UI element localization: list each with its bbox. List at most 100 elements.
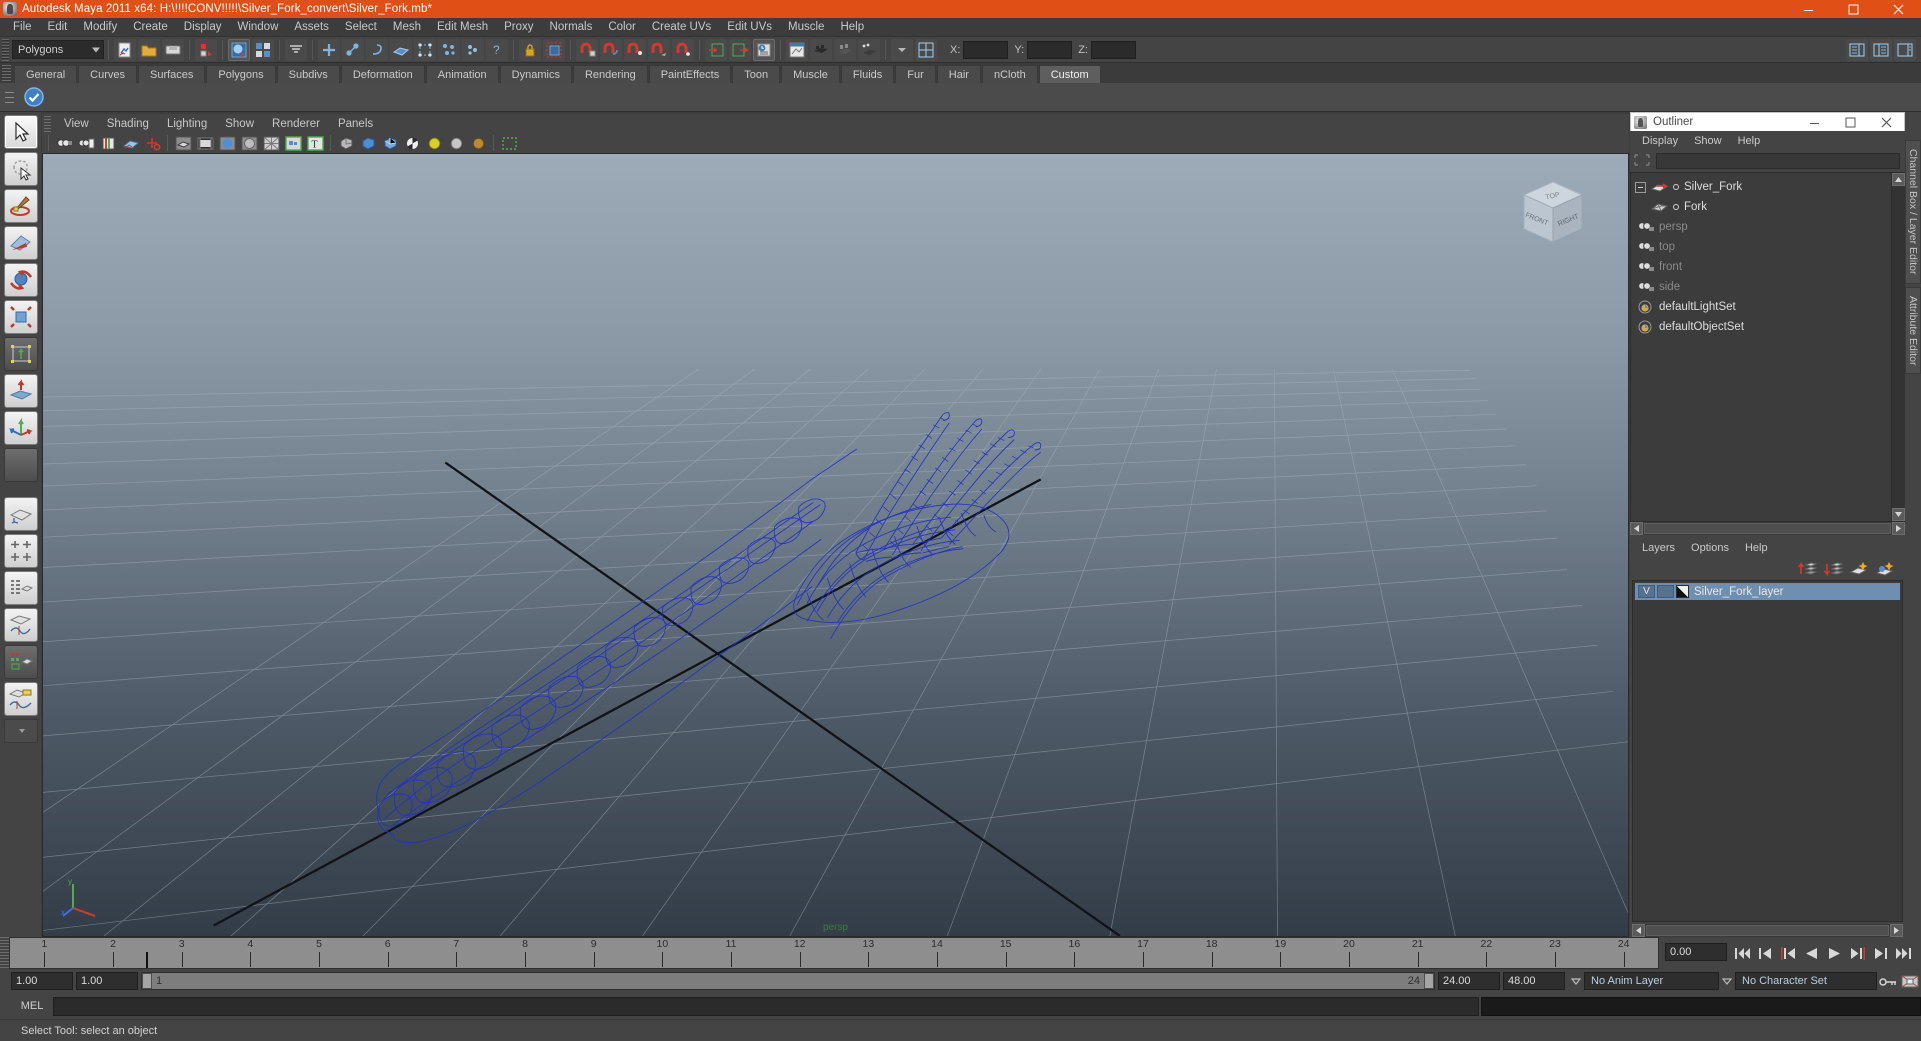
shelf-tab-dynamics[interactable]: Dynamics <box>499 65 572 83</box>
isolate-select-icon[interactable] <box>499 134 519 152</box>
input-connections-icon[interactable] <box>705 38 727 61</box>
lock-selection-icon[interactable] <box>519 38 541 61</box>
menu-edit[interactable]: Edit <box>40 18 76 37</box>
menu-color[interactable]: Color <box>600 18 643 37</box>
menu-create[interactable]: Create <box>125 18 176 37</box>
scroll-up-icon[interactable] <box>1891 173 1905 186</box>
viewport-menu-shading[interactable]: Shading <box>98 114 158 133</box>
scroll-thumb[interactable] <box>1644 523 1891 534</box>
range-bar[interactable]: 1 24 <box>141 972 1435 990</box>
statusline-grip[interactable] <box>2 38 9 61</box>
viewport-menu-view[interactable]: View <box>55 114 98 133</box>
maximize-button[interactable] <box>1831 0 1876 18</box>
channel-box-toggle-icon[interactable] <box>915 38 937 61</box>
layer-menu-layers[interactable]: Layers <box>1634 538 1683 558</box>
layer-color-swatch[interactable] <box>1676 585 1689 598</box>
range-end-time-field[interactable]: 24.00 <box>1438 972 1500 990</box>
show-channel-box-icon[interactable] <box>1894 38 1916 61</box>
snap-to-view-plane-icon[interactable] <box>648 38 670 61</box>
outliner-row-side[interactable]: side <box>1631 277 1891 297</box>
menu-edit-uvs[interactable]: Edit UVs <box>719 18 780 37</box>
persp-trax-layout[interactable] <box>3 682 38 716</box>
menu-set-selector[interactable]: Polygons <box>12 40 104 59</box>
current-time-indicator[interactable] <box>146 952 148 968</box>
outliner-maximize-button[interactable] <box>1832 113 1868 132</box>
dropdown-arrow-icon[interactable] <box>891 38 913 61</box>
x-coordinate-field[interactable] <box>963 40 1009 59</box>
outliner-row-silver-fork[interactable]: Silver_Fork <box>1631 177 1891 197</box>
render-settings-icon[interactable] <box>252 38 274 61</box>
render-settings-window-icon[interactable] <box>834 38 856 61</box>
light-bronze-icon[interactable] <box>468 134 488 152</box>
time-slider-grip[interactable] <box>0 937 9 969</box>
shelf-button-custom-1[interactable] <box>21 84 47 110</box>
outliner-horizontal-scrollbar[interactable] <box>1630 522 1905 535</box>
minimize-button[interactable] <box>1786 0 1831 18</box>
two-d-pan-zoom-icon[interactable] <box>142 134 162 152</box>
shelf-tab-hair[interactable]: Hair <box>936 65 981 83</box>
outliner-row-persp[interactable]: persp <box>1631 217 1891 237</box>
render-current-frame-icon[interactable] <box>786 38 808 61</box>
shelf-tab-fur[interactable]: Fur <box>895 65 936 83</box>
scroll-track[interactable] <box>1891 186 1905 508</box>
bookmarks-icon[interactable] <box>98 134 118 152</box>
menu-display[interactable]: Display <box>176 18 230 37</box>
viewport-menu-lighting[interactable]: Lighting <box>158 114 216 133</box>
render-view-icon[interactable] <box>228 38 250 61</box>
shelf-tab-polygons[interactable]: Polygons <box>206 65 276 83</box>
rotate-tool[interactable] <box>3 263 38 297</box>
go-to-end-icon[interactable] <box>1892 942 1915 964</box>
hypershade-persp-layout[interactable] <box>3 645 38 679</box>
outliner-menu-show[interactable]: Show <box>1686 131 1730 150</box>
wireframe-on-shaded-icon[interactable] <box>261 134 281 152</box>
menu-modify[interactable]: Modify <box>75 18 125 37</box>
play-forwards-icon[interactable] <box>1823 942 1846 964</box>
auto-key-icon[interactable] <box>1877 971 1899 991</box>
select-by-object-type-icon[interactable] <box>342 38 364 61</box>
shelf-grip[interactable] <box>2 65 11 83</box>
layer-row-silver-fork-layer[interactable]: V Silver_Fork_layer <box>1635 583 1900 600</box>
lasso-select-tool[interactable] <box>3 152 38 186</box>
snap-to-curve-icon[interactable] <box>600 38 622 61</box>
layer-menu-help[interactable]: Help <box>1737 538 1776 558</box>
menu-edit-mesh[interactable]: Edit Mesh <box>429 18 496 37</box>
shelf-tab-toon[interactable]: Toon <box>732 65 781 83</box>
viewport-menu-show[interactable]: Show <box>216 114 263 133</box>
use-all-lights-icon[interactable]: T <box>305 134 325 152</box>
select-tool[interactable] <box>3 115 38 149</box>
close-button[interactable] <box>1876 0 1921 18</box>
shelf-options-handle[interactable] <box>2 83 16 111</box>
menu-normals[interactable]: Normals <box>542 18 601 37</box>
component-handles-icon[interactable]: ? <box>486 38 508 61</box>
y-coordinate-field[interactable] <box>1027 40 1073 59</box>
shelf-tab-custom[interactable]: Custom <box>1038 65 1101 83</box>
animation-end-time-field[interactable]: 48.00 <box>1503 972 1565 990</box>
shelf-tab-surfaces[interactable]: Surfaces <box>137 65 206 83</box>
toolbox-expand-handle[interactable] <box>3 719 38 743</box>
component-faces-icon[interactable] <box>390 38 412 61</box>
outliner-tree[interactable]: Silver_Fork Fork persp top front side de… <box>1630 172 1905 522</box>
range-start-time-field[interactable]: 1.00 <box>76 972 138 990</box>
move-layer-up-icon[interactable] <box>1795 559 1819 579</box>
component-points-icon[interactable] <box>438 38 460 61</box>
viewport-grip[interactable] <box>44 115 51 132</box>
single-perspective-layout[interactable] <box>3 497 38 531</box>
outliner-persp-layout[interactable] <box>3 571 38 605</box>
go-to-start-icon[interactable] <box>1731 942 1754 964</box>
highlight-selection-icon[interactable] <box>543 38 565 61</box>
shadows-toggle-icon[interactable] <box>336 134 356 152</box>
camera-attributes-icon[interactable] <box>76 134 96 152</box>
move-layer-down-icon[interactable] <box>1821 559 1845 579</box>
output-connections-icon[interactable] <box>729 38 751 61</box>
shelf-tab-curves[interactable]: Curves <box>78 65 137 83</box>
outliner-row-front[interactable]: front <box>1631 257 1891 277</box>
new-layer-icon[interactable] <box>1847 559 1871 579</box>
menu-window[interactable]: Window <box>229 18 286 37</box>
anim-layer-dropdown-icon[interactable] <box>1568 972 1584 990</box>
light-grey-icon[interactable] <box>446 134 466 152</box>
scroll-left-icon[interactable] <box>1630 522 1643 535</box>
outliner-minimize-button[interactable] <box>1796 113 1832 132</box>
outliner-menu-display[interactable]: Display <box>1634 131 1686 150</box>
layer-playback-toggle[interactable] <box>1657 585 1674 598</box>
outliner-row-fork[interactable]: Fork <box>1631 197 1891 217</box>
